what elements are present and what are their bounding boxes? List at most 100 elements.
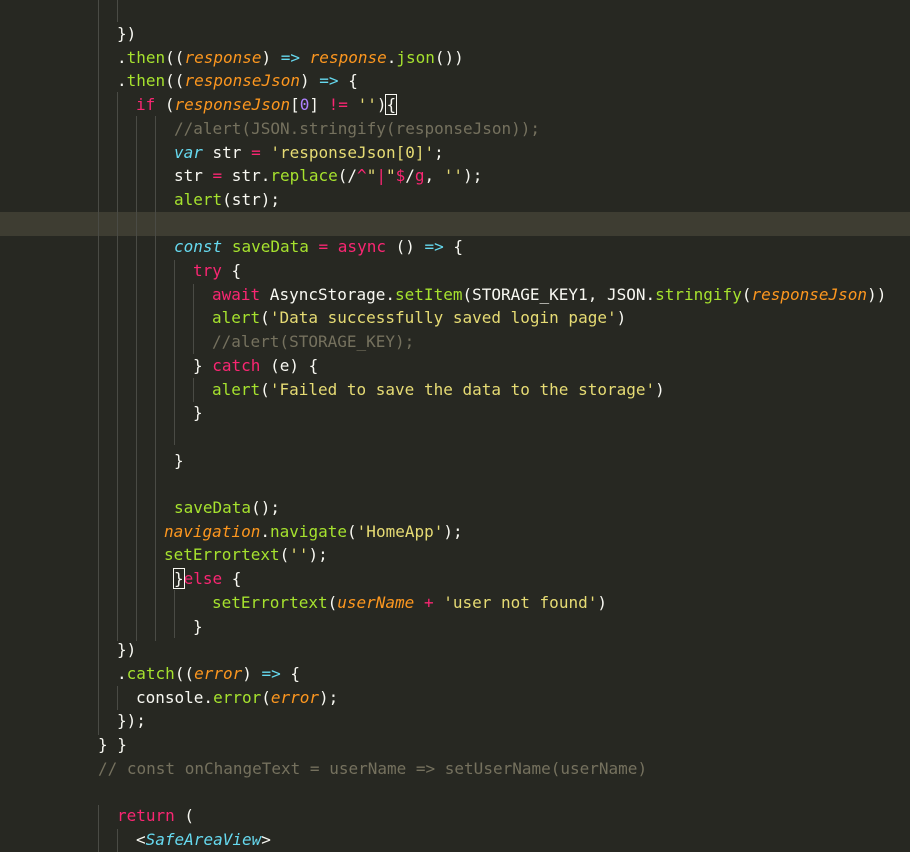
code-token: ) — [261, 47, 281, 67]
code-token: }) — [117, 640, 137, 660]
code-line[interactable]: setErrortext(''); — [164, 543, 328, 567]
indent-guide — [98, 0, 99, 735]
code-line[interactable]: } } — [98, 733, 127, 757]
code-line[interactable]: //alert(STORAGE_KEY); — [212, 330, 414, 354]
code-line[interactable]: console.error(error); — [136, 686, 338, 710]
code-token: 'responseJson[0]' — [270, 142, 435, 162]
code-token: console. — [136, 687, 214, 707]
code-token: userName — [337, 592, 415, 612]
code-line[interactable]: } — [193, 615, 203, 639]
code-token: . — [117, 71, 127, 91]
code-token: ) — [616, 308, 627, 328]
code-token: )) — [867, 284, 887, 304]
indent-guide — [174, 260, 175, 445]
code-line[interactable]: return ( — [117, 804, 194, 828]
code-token: " — [366, 166, 377, 186]
code-token: ^ — [357, 166, 367, 186]
code-token: await — [212, 284, 261, 304]
code-token: //alert(JSON.stringify(responseJson)); — [174, 118, 541, 138]
code-token: (str); — [222, 189, 280, 209]
code-token: . — [117, 663, 127, 683]
code-line[interactable]: } — [193, 401, 203, 425]
code-token: else — [183, 569, 223, 589]
code-line[interactable]: navigation.navigate('HomeApp'); — [164, 520, 463, 544]
indent-guide — [117, 829, 118, 852]
code-token: error — [213, 687, 262, 707]
code-token: responseJson — [184, 71, 301, 91]
code-token: replace — [270, 166, 338, 186]
code-token: } — [193, 403, 203, 423]
code-token: 'HomeApp' — [356, 521, 444, 541]
code-token: var — [174, 142, 203, 162]
code-token: (STORAGE_KEY1, JSON. — [462, 284, 656, 304]
code-line[interactable]: await AsyncStorage.setItem(STORAGE_KEY1,… — [212, 283, 886, 307]
code-token: responseJson — [174, 95, 291, 115]
code-line[interactable]: const saveData = async () => { — [174, 235, 463, 259]
code-token: setErrortext — [164, 545, 280, 565]
indent-guide — [117, 0, 118, 22]
code-line[interactable]: } catch (e) { — [193, 354, 318, 378]
code-line[interactable]: saveData(); — [174, 496, 280, 520]
code-token: , — [424, 166, 444, 186]
code-token: saveData — [174, 498, 252, 517]
code-token: ( — [261, 687, 271, 707]
code-token: response — [309, 47, 387, 67]
code-token: '' — [443, 166, 464, 186]
code-line[interactable]: } — [174, 449, 184, 473]
code-token: { — [221, 261, 242, 280]
code-token: error — [194, 663, 243, 683]
code-line[interactable]: //alert(JSON.stringify(responseJson)); — [174, 117, 540, 141]
code-token: } — [173, 568, 185, 590]
code-line[interactable]: setErrortext(userName + 'user not found'… — [212, 591, 607, 615]
code-line[interactable]: if (responseJson[0] != ''){ — [136, 93, 398, 117]
code-token: ( — [260, 308, 270, 328]
code-token: $ — [395, 166, 406, 186]
indent-guide — [155, 116, 156, 641]
code-line[interactable]: str = str.replace(/^"|"$/g, ''); — [174, 164, 482, 188]
code-token: error — [270, 687, 320, 707]
code-token: 0 — [299, 95, 310, 115]
code-token: (e) { — [260, 355, 319, 375]
code-token: ( — [327, 592, 338, 612]
code-token: ( — [260, 379, 270, 399]
code-line[interactable]: // const onChangeText = userName => setU… — [98, 757, 647, 781]
code-line[interactable]: var str = 'responseJson[0]'; — [174, 141, 444, 165]
code-token: = — [212, 166, 223, 186]
code-line[interactable]: .then((response) => response.json()) — [117, 46, 464, 70]
indent-guide — [193, 284, 194, 354]
code-token: / — [405, 166, 415, 186]
code-token: alert — [174, 189, 223, 209]
code-token: 'Data successfully saved login page' — [269, 308, 617, 328]
code-token: . — [117, 47, 127, 67]
indent-guide — [117, 686, 118, 710]
code-line[interactable]: .then((responseJson) => { — [117, 69, 358, 93]
code-token: setItem — [395, 284, 463, 304]
code-line[interactable]: }else { — [173, 567, 241, 591]
code-token: 'Failed to save the data to the storage' — [269, 379, 656, 399]
code-line[interactable]: alert(str); — [174, 188, 280, 212]
code-token: ); — [463, 166, 483, 186]
code-line[interactable]: alert('Failed to save the data to the st… — [212, 378, 665, 402]
code-token: str. — [222, 166, 271, 186]
code-token: " — [385, 166, 396, 186]
code-line[interactable]: alert('Data successfully saved login pag… — [212, 306, 626, 330]
code-line[interactable]: try { — [193, 259, 241, 283]
code-line[interactable]: .catch((error) => { — [117, 662, 300, 686]
code-token: stringify — [655, 284, 742, 304]
indent-guide — [98, 805, 99, 852]
code-token: = — [251, 142, 261, 162]
code-token: ) — [597, 592, 607, 612]
code-editor[interactable]: }) .then((response) => response.json()) .t… — [0, 0, 910, 852]
code-line[interactable]: }); — [117, 709, 146, 733]
code-token: AsyncStorage. — [260, 284, 396, 304]
code-line[interactable]: <SafeAreaView> — [136, 828, 271, 852]
code-token: (( — [165, 47, 185, 67]
code-token: } — [174, 450, 184, 470]
code-line[interactable]: }) — [117, 638, 136, 662]
code-token: then — [126, 71, 166, 91]
code-line[interactable]: }) — [117, 22, 136, 46]
